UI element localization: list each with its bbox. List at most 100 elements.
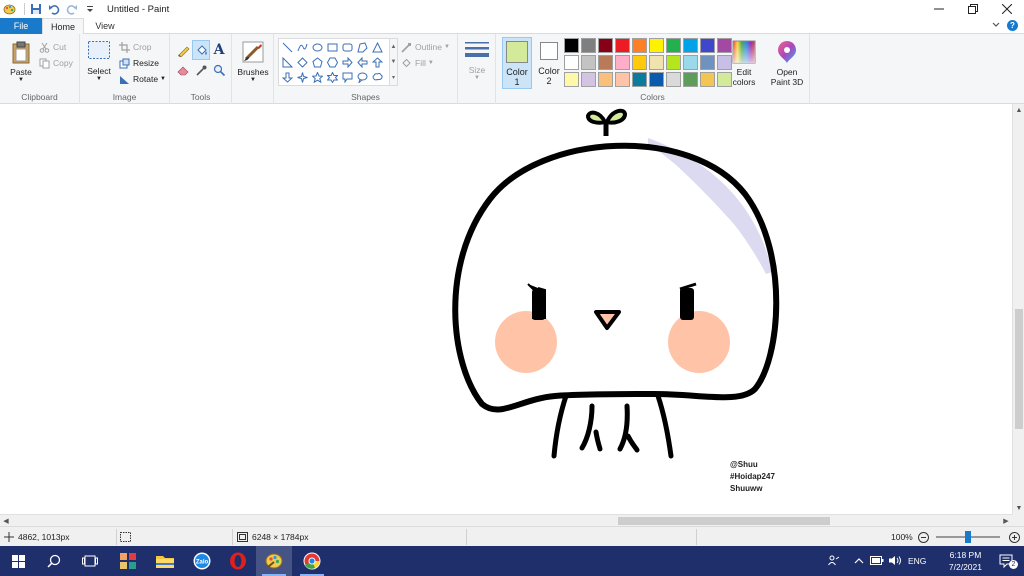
crop-button[interactable]: Crop	[118, 41, 151, 53]
zoom-in-button[interactable]	[1009, 527, 1020, 547]
battery-icon[interactable]	[870, 555, 884, 567]
scroll-down-icon[interactable]: ▼	[1013, 502, 1024, 514]
vertical-scrollbar[interactable]: ▲ ▼	[1012, 104, 1024, 514]
oval-shape-icon[interactable]	[310, 40, 325, 55]
outline-dropdown-icon[interactable]: ▼	[444, 44, 450, 50]
shapes-scrollbar[interactable]: ▲ ▼ ▾	[390, 38, 398, 86]
taskbar-app-zalo[interactable]: Zalo	[184, 546, 220, 576]
search-button[interactable]	[36, 546, 72, 576]
start-button[interactable]	[0, 546, 36, 576]
undo-icon[interactable]	[47, 2, 61, 16]
color-swatch[interactable]	[632, 72, 647, 87]
magnifier-icon[interactable]	[210, 60, 228, 80]
color1-button[interactable]: Color 1	[502, 37, 532, 89]
six-point-star-shape-icon[interactable]	[325, 70, 340, 85]
zoom-out-button[interactable]	[918, 527, 929, 547]
color-swatch[interactable]	[666, 72, 681, 87]
volume-icon[interactable]	[889, 555, 902, 568]
color-swatch[interactable]	[666, 55, 681, 70]
size-button[interactable]: Size ▼	[462, 40, 492, 81]
people-icon[interactable]	[828, 554, 840, 568]
color-swatch[interactable]	[564, 72, 579, 87]
color-swatch[interactable]	[615, 55, 630, 70]
shapes-more-icon[interactable]: ▾	[392, 74, 395, 81]
copy-button[interactable]: Copy	[38, 57, 73, 69]
color-swatch[interactable]	[632, 38, 647, 53]
rotate-button[interactable]: Rotate ▼	[118, 73, 166, 85]
fill-icon[interactable]	[192, 40, 210, 60]
pencil-icon[interactable]	[174, 40, 192, 60]
resize-button[interactable]: Resize	[118, 57, 159, 69]
clock[interactable]: 6:18 PM 7/2/2021	[949, 549, 982, 573]
paste-dropdown-icon[interactable]: ▼	[18, 77, 24, 83]
taskbar-app-opera[interactable]	[220, 546, 256, 576]
eraser-icon[interactable]	[174, 60, 192, 80]
color-swatch[interactable]	[581, 55, 596, 70]
pentagon-shape-icon[interactable]	[310, 55, 325, 70]
down-arrow-shape-icon[interactable]	[280, 70, 295, 85]
curve-shape-icon[interactable]	[295, 40, 310, 55]
brushes-button[interactable]: Brushes ▼	[236, 39, 270, 83]
right-triangle-shape-icon[interactable]	[280, 55, 295, 70]
show-hidden-icons-icon[interactable]	[854, 556, 864, 566]
redo-icon[interactable]	[65, 2, 79, 16]
color-swatch[interactable]	[615, 38, 630, 53]
taskbar-app-file-explorer[interactable]	[147, 546, 183, 576]
input-language[interactable]: ENG	[908, 556, 926, 566]
action-center-button[interactable]: 2	[988, 546, 1024, 576]
color-swatch[interactable]	[700, 72, 715, 87]
outline-button[interactable]: Outline ▼	[400, 41, 450, 53]
four-point-star-shape-icon[interactable]	[295, 70, 310, 85]
color-swatch[interactable]	[683, 72, 698, 87]
up-arrow-shape-icon[interactable]	[370, 55, 385, 70]
select-button[interactable]: Select ▼	[84, 40, 114, 82]
color-swatch[interactable]	[564, 38, 579, 53]
tab-view[interactable]: View	[84, 18, 126, 34]
taskbar-app-paint[interactable]	[256, 546, 292, 576]
color2-button[interactable]: Color 2	[534, 37, 564, 89]
color-swatch[interactable]	[581, 38, 596, 53]
horizontal-scroll-thumb[interactable]	[618, 517, 830, 525]
taskbar-app-games[interactable]	[110, 546, 146, 576]
edit-colors-button[interactable]: Edit colors	[730, 40, 758, 87]
diamond-shape-icon[interactable]	[295, 55, 310, 70]
fill-dropdown-icon[interactable]: ▼	[428, 60, 434, 66]
paint-app-icon[interactable]	[2, 2, 16, 16]
save-icon[interactable]	[29, 2, 43, 16]
drawing-canvas[interactable]	[0, 104, 1012, 514]
brushes-dropdown-icon[interactable]: ▼	[250, 77, 256, 83]
shapes-scroll-down-icon[interactable]: ▼	[391, 59, 397, 65]
fill-button[interactable]: Fill ▼	[400, 57, 434, 69]
polygon-shape-icon[interactable]	[355, 40, 370, 55]
color-swatch[interactable]	[683, 55, 698, 70]
zoom-slider-thumb[interactable]	[965, 531, 971, 543]
color-swatch[interactable]	[649, 38, 664, 53]
task-view-button[interactable]	[72, 546, 108, 576]
color-swatch[interactable]	[598, 38, 613, 53]
tab-home[interactable]: Home	[42, 18, 84, 35]
rounded-rectangle-shape-icon[interactable]	[340, 40, 355, 55]
color-swatch[interactable]	[649, 55, 664, 70]
line-shape-icon[interactable]	[280, 40, 295, 55]
cloud-callout-shape-icon[interactable]	[370, 70, 385, 85]
oval-callout-shape-icon[interactable]	[355, 70, 370, 85]
restore-button[interactable]	[956, 0, 990, 18]
horizontal-scrollbar[interactable]: ◀ ▶	[0, 514, 1012, 526]
color-swatch[interactable]	[598, 55, 613, 70]
collapse-ribbon-icon[interactable]	[992, 20, 1000, 30]
color-swatch[interactable]	[666, 38, 681, 53]
scroll-up-icon[interactable]: ▲	[1013, 104, 1024, 116]
left-arrow-shape-icon[interactable]	[355, 55, 370, 70]
color-swatch[interactable]	[615, 72, 630, 87]
text-icon[interactable]: A	[210, 40, 228, 60]
color-swatch[interactable]	[649, 72, 664, 87]
size-dropdown-icon[interactable]: ▼	[474, 75, 480, 81]
close-button[interactable]	[990, 0, 1024, 18]
shapes-scroll-up-icon[interactable]: ▲	[391, 44, 397, 50]
customize-toolbar-icon[interactable]	[83, 2, 97, 16]
select-dropdown-icon[interactable]: ▼	[96, 76, 102, 82]
color-picker-icon[interactable]	[192, 60, 210, 80]
canvas-workspace[interactable]: @Shuu #Hoidap247 Shuuww	[0, 104, 1012, 514]
taskbar-app-chrome[interactable]	[294, 546, 330, 576]
rectangle-callout-shape-icon[interactable]	[340, 70, 355, 85]
